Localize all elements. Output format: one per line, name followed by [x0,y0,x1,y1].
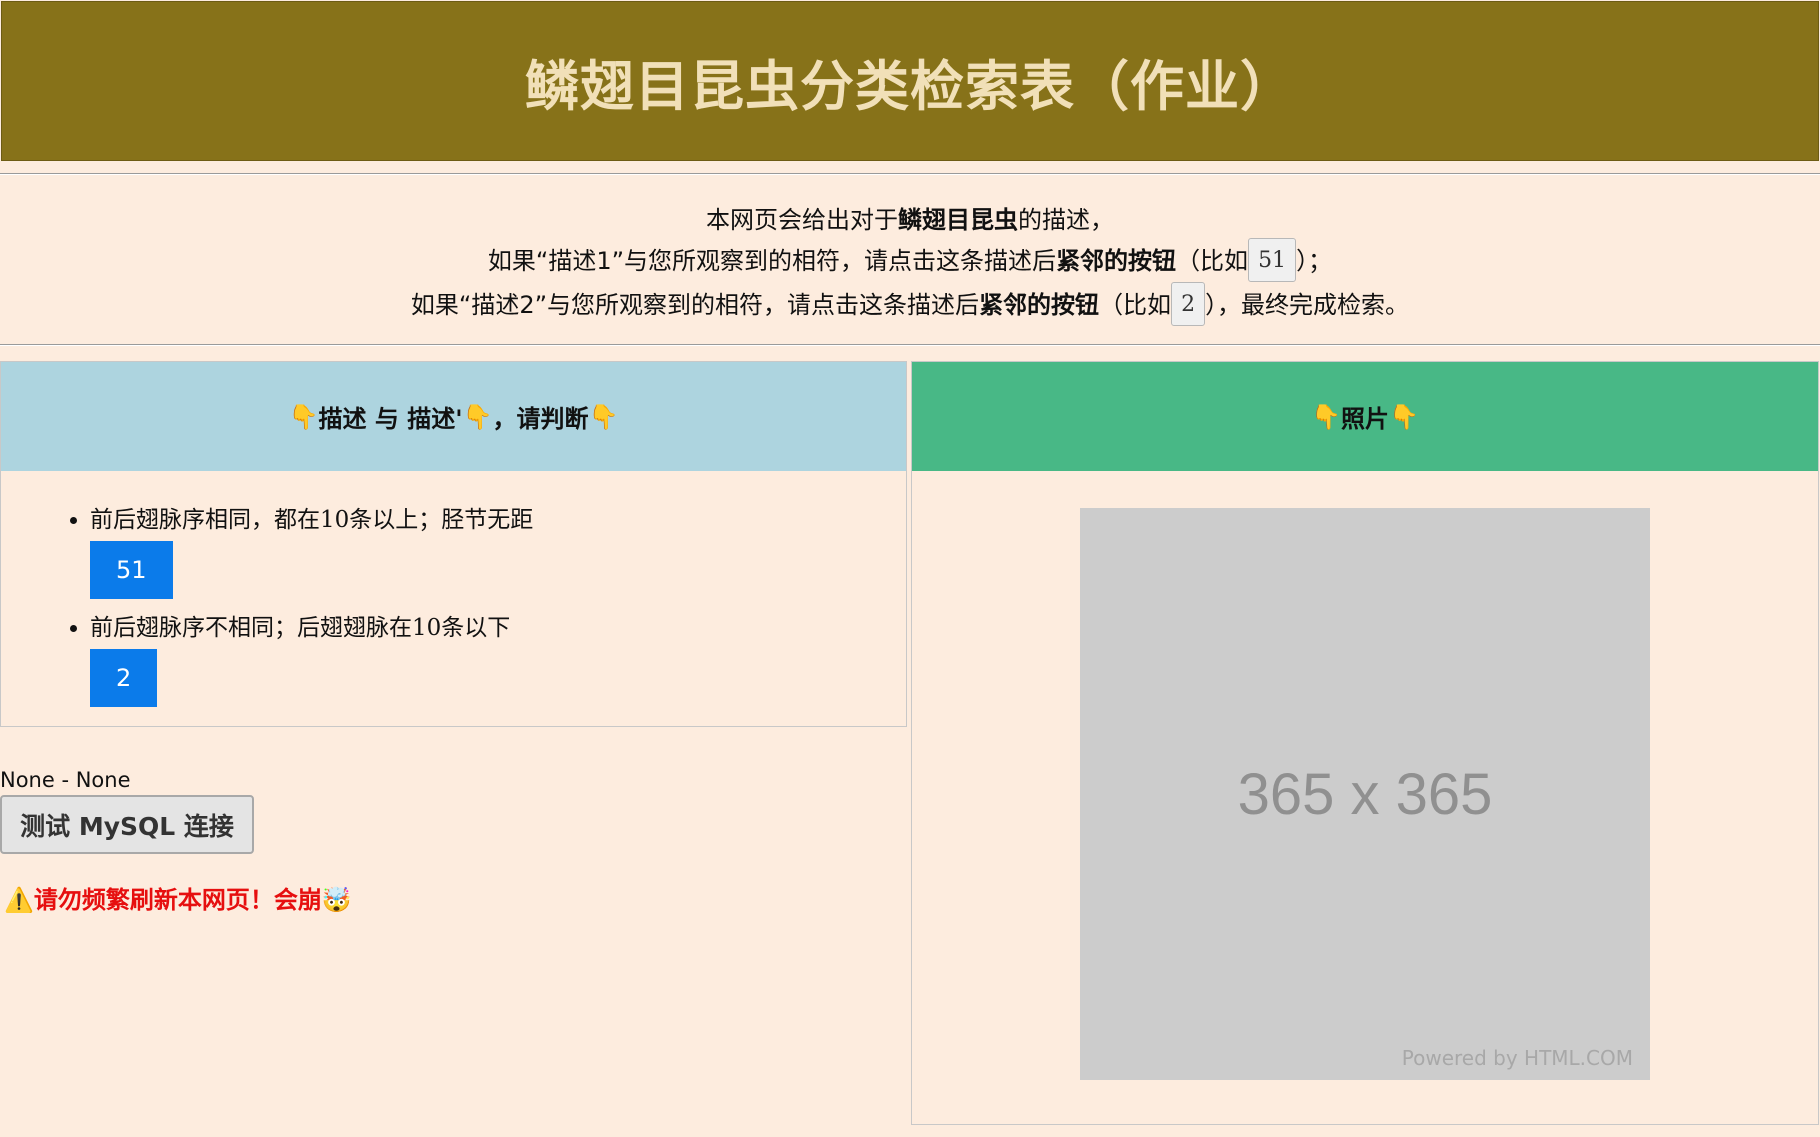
instruction-line-3: 如果“描述2”与您所观察到的相符，请点击这条描述后紧邻的按钮（比如 2 ），最终完成… [0,282,1820,328]
instruction-line-2: 如果“描述1”与您所观察到的相符，请点击这条描述后紧邻的按钮（比如 51）； [0,238,1820,284]
test-mysql-button[interactable]: 测试 MySQL 连接 [0,795,254,854]
example-button-2: 2 [1171,282,1206,326]
warning-text: 请勿频繁刷新本网页！会崩 [33,886,322,914]
pointing-down-icon: 👇 [288,402,319,431]
photo-panel-heading: 👇 照片 👇 [912,362,1818,471]
description-panel-heading: 👇 描述 与 描述' 👇 ，请判断 👇 [1,362,906,471]
description-text: 前后翅脉序相同，都在10条以上；胫节无距 [90,507,534,533]
placeholder-credit-text: Powered by HTML.COM [1401,1046,1633,1070]
list-item: 前后翅脉序不相同；后翅翅脉在10条以下 2 [90,609,906,707]
example-button-51: 51 [1248,238,1297,282]
instructions: 本网页会给出对于鳞翅目昆虫的描述， 如果“描述1”与您所观察到的相符，请点击这条… [0,200,1820,328]
description-list-container: 前后翅脉序相同，都在10条以上；胫节无距 51 前后翅脉序不相同；后翅翅脉在10… [1,471,906,707]
page-header: 鳞翅目昆虫分类检索表（作业） [1,1,1819,161]
pointing-down-icon: 👇 [588,402,619,431]
goto-51-button[interactable]: 51 [90,541,173,599]
exploding-head-icon: 🤯 [321,886,352,914]
placeholder-image: 365 x 365 Powered by HTML.COM [1080,508,1650,1080]
list-item: 前后翅脉序相同，都在10条以上；胫节无距 51 [90,501,906,599]
photo-panel: 👇 照片 👇 365 x 365 Powered by HTML.COM [911,361,1819,1125]
pointing-down-icon: 👇 [1311,402,1341,431]
goto-2-button[interactable]: 2 [90,649,158,707]
description-list: 前后翅脉序相同，都在10条以上；胫节无距 51 前后翅脉序不相同；后翅翅脉在10… [1,501,906,707]
middle-divider [0,344,1820,346]
db-status-text: None - None [0,768,131,792]
pointing-down-icon: 👇 [462,402,493,431]
pointing-down-icon: 👇 [1389,402,1419,431]
top-divider [0,173,1820,175]
refresh-warning: ⚠️请勿频繁刷新本网页！会崩🤯 [4,880,352,915]
warning-icon: ⚠️ [4,886,34,914]
instruction-line-1: 本网页会给出对于鳞翅目昆虫的描述， [706,206,1114,234]
placeholder-size-text: 365 x 365 [1237,761,1493,827]
description-text: 前后翅脉序不相同；后翅翅脉在10条以下 [90,615,511,641]
page-title: 鳞翅目昆虫分类检索表（作业） [525,54,1295,118]
description-panel: 👇 描述 与 描述' 👇 ，请判断 👇 前后翅脉序相同，都在10条以上；胫节无距… [0,361,907,727]
